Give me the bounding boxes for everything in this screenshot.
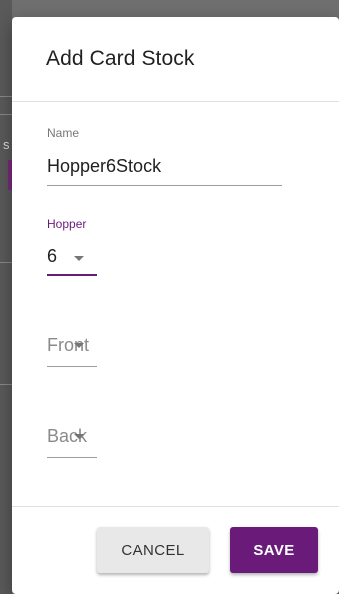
save-button[interactable]: SAVE xyxy=(230,527,318,573)
header-divider xyxy=(12,101,339,102)
hopper-select-value[interactable]: 6 xyxy=(47,246,57,267)
hopper-select-underline xyxy=(47,274,97,276)
background-divider xyxy=(0,262,12,263)
hopper-select-label: Hopper xyxy=(47,217,87,231)
background-divider xyxy=(0,96,12,97)
background-partial-label: s xyxy=(3,137,10,152)
add-card-stock-dialog: Add Card Stock Name Hopper6Stock Hopper … xyxy=(12,17,339,594)
chevron-down-icon[interactable] xyxy=(74,256,84,261)
front-select-underline xyxy=(47,366,97,367)
background-divider xyxy=(0,384,12,385)
name-field-underline xyxy=(47,185,282,186)
name-field-label: Name xyxy=(47,126,80,140)
cancel-button[interactable]: CANCEL xyxy=(97,527,209,573)
dialog-title: Add Card Stock xyxy=(46,47,195,70)
chevron-down-icon[interactable] xyxy=(74,434,84,439)
name-field-value[interactable]: Hopper6Stock xyxy=(47,156,161,177)
footer-divider xyxy=(12,506,339,507)
chevron-down-icon[interactable] xyxy=(74,343,84,348)
background-page-edge xyxy=(0,0,12,594)
back-select-underline xyxy=(47,457,97,458)
background-divider xyxy=(0,114,12,115)
